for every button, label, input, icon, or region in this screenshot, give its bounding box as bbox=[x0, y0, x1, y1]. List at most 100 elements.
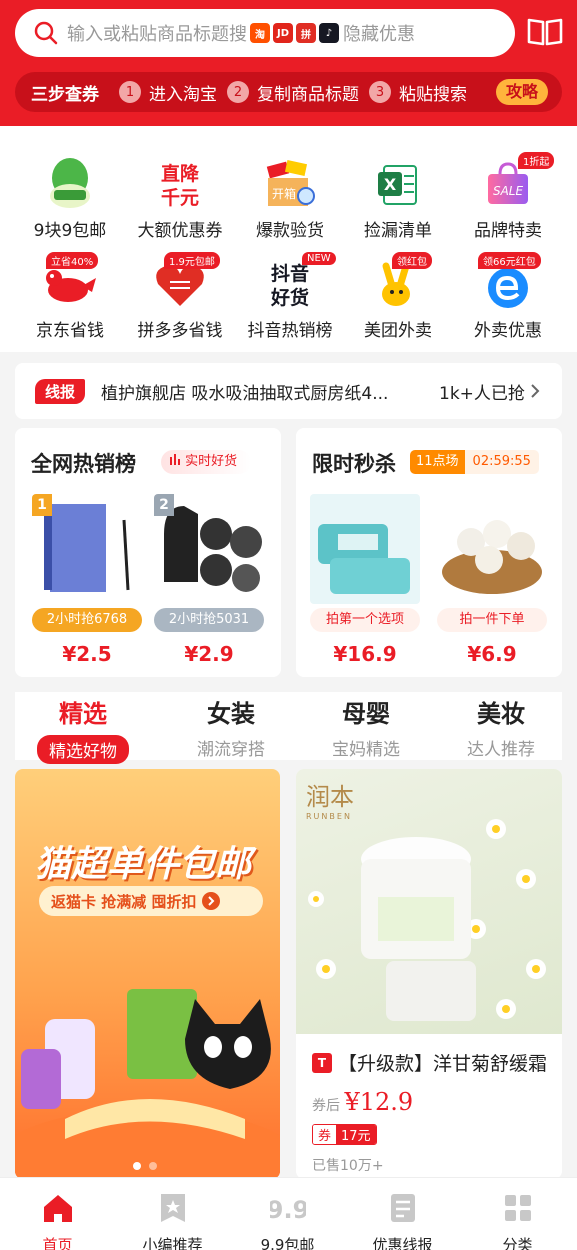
meituan-kangaroo-icon: 领红包 bbox=[370, 252, 432, 312]
search-bar[interactable]: 输入或粘贴商品标题搜 淘 JD 拼 ♪ 隐藏优惠 bbox=[15, 9, 515, 57]
nav-editor-pick[interactable]: 小编推荐 bbox=[115, 1178, 230, 1250]
svg-text:开箱: 开箱 bbox=[272, 186, 296, 201]
sale-bag-icon: SALE 1折起 bbox=[480, 152, 555, 212]
search-suffix: 隐藏优惠 bbox=[343, 24, 415, 45]
tab-featured[interactable]: 精选 精选好物 bbox=[15, 692, 151, 764]
eleme-icon: 领66元红包 bbox=[478, 252, 541, 312]
jd-dog-icon: 立省40% bbox=[42, 252, 99, 312]
search-icon bbox=[34, 21, 58, 45]
grid-item-takeout[interactable]: 领66元红包 外卖优惠 bbox=[453, 252, 563, 341]
product-image bbox=[310, 494, 420, 604]
shortcut-grid: 9块9包邮 直降 千元 大额优惠券 开箱 爆款验货 X 捡漏清单 SALE 1折起… bbox=[0, 126, 577, 352]
chevron-right-icon bbox=[531, 384, 540, 398]
guide-button[interactable]: 攻略 bbox=[495, 79, 548, 105]
pdd-heart-icon: 1.9元包邮 bbox=[152, 252, 220, 312]
sales-pill: 2小时抢5031 bbox=[154, 608, 264, 632]
hot-list-title: 全网热销榜 bbox=[31, 452, 136, 476]
product-title: T 【升级款】洋甘菊舒缓霜 bbox=[312, 1049, 562, 1076]
three-step-guide: 三步查券 1 进入淘宝 2 复制商品标题 3 粘贴搜索 攻略 bbox=[15, 72, 562, 112]
flash-product[interactable]: 拍第一个选项 ¥16.9 bbox=[310, 494, 420, 666]
tab-womens-wear[interactable]: 女装 潮流穿搭 bbox=[163, 692, 299, 760]
taobao-icon: 淘 bbox=[250, 23, 270, 43]
product-image: 润本 RUNBEN bbox=[296, 769, 562, 1034]
bottom-nav: 首页 小编推荐 9.9 9.9包邮 优惠线报 分类 bbox=[0, 1177, 577, 1250]
rank-badge: 2 bbox=[154, 494, 174, 516]
grid-item-douyin-hot[interactable]: 抖音 好货 NEW 抖音热销榜 bbox=[235, 252, 345, 341]
deal-news-icon bbox=[390, 1194, 415, 1222]
deal-news-ticker[interactable]: 线报 植护旗舰店 吸水吸油抽取式厨房纸4... 1k+人已抢 bbox=[15, 363, 562, 419]
product-image: 1 bbox=[32, 494, 142, 604]
step-number: 1 bbox=[119, 81, 141, 103]
grid-item-big-coupon[interactable]: 直降 千元 大额优惠券 bbox=[125, 156, 235, 241]
douyin-icon: ♪ bbox=[319, 23, 339, 43]
product-card[interactable]: 润本 RUNBEN T 【升级款】洋甘菊舒缓霜 券后 ¥12.9 券 17元 已… bbox=[296, 769, 562, 1179]
grid-item-pickup-list[interactable]: X 捡漏清单 bbox=[343, 156, 453, 241]
step-label: 进入淘宝 bbox=[149, 84, 217, 105]
svg-text:9.9: 9.9 bbox=[270, 1196, 306, 1224]
product-price: ¥2.9 bbox=[184, 642, 234, 666]
book-icon[interactable] bbox=[526, 16, 564, 48]
jd-icon: JD bbox=[273, 23, 293, 43]
product-price: ¥16.9 bbox=[333, 642, 397, 666]
option-pill: 拍第一个选项 bbox=[310, 608, 420, 632]
news-count: 1k+人已抢 bbox=[439, 383, 525, 404]
flash-sale-timer: 11点场 02:59:55 bbox=[410, 450, 539, 474]
product-price: 券后 ¥12.9 bbox=[312, 1088, 414, 1116]
grid-badge: 领红包 bbox=[392, 252, 432, 269]
grid-badge: 1.9元包邮 bbox=[164, 252, 220, 269]
step-number: 3 bbox=[369, 81, 391, 103]
product-price: ¥2.5 bbox=[62, 642, 112, 666]
header: 输入或粘贴商品标题搜 淘 JD 拼 ♪ 隐藏优惠 三步查券 1 进入淘宝 2 复制商… bbox=[0, 0, 577, 126]
hot-list-card[interactable]: 全网热销榜 实时好货 1 2小时抢6768 ¥2.5 2 2小时抢5031 ¥2… bbox=[15, 428, 281, 677]
time-slot: 11点场 bbox=[410, 450, 465, 474]
realtime-tag: 实时好货 bbox=[161, 450, 252, 474]
nav-home[interactable]: 首页 bbox=[0, 1178, 115, 1250]
search-placeholder: 输入或粘贴商品标题搜 bbox=[67, 24, 247, 45]
hot-product[interactable]: 1 2小时抢6768 ¥2.5 bbox=[32, 494, 142, 666]
tmall-icon: T bbox=[312, 1052, 332, 1073]
grid-item-pdd-save[interactable]: 1.9元包邮 拼多多省钱 bbox=[125, 252, 235, 341]
step-label: 复制商品标题 bbox=[257, 84, 359, 105]
coupon-badge: 券 17元 bbox=[312, 1124, 377, 1145]
banner-subline: 返猫卡 抢满减 囤折扣 bbox=[51, 892, 197, 911]
grid-item-brand-sale[interactable]: SALE 1折起 品牌特卖 bbox=[453, 152, 563, 241]
nav-nine-nine[interactable]: 9.9 9.9包邮 bbox=[230, 1178, 345, 1250]
inspection-box-icon: 开箱 bbox=[262, 156, 318, 212]
countdown: 02:59:55 bbox=[464, 450, 539, 474]
baicai-icon bbox=[42, 156, 98, 212]
hot-product[interactable]: 2 2小时抢5031 ¥2.9 bbox=[154, 494, 264, 666]
big-discount-icon: 直降 千元 bbox=[152, 156, 208, 212]
grid-badge: 1折起 bbox=[518, 152, 555, 169]
grid-item-inspection[interactable]: 开箱 爆款验货 bbox=[235, 156, 345, 241]
arrow-right-icon bbox=[202, 892, 221, 910]
category-tabs: 精选 精选好物 女装 潮流穿搭 母婴 宝妈精选 美妆 达人推荐 bbox=[15, 692, 562, 764]
grid-item-9-9[interactable]: 9块9包邮 bbox=[15, 156, 125, 241]
svg-text:好货: 好货 bbox=[270, 286, 309, 309]
tab-beauty[interactable]: 美妆 达人推荐 bbox=[433, 692, 569, 760]
svg-text:SALE: SALE bbox=[493, 184, 524, 198]
pinduoduo-icon: 拼 bbox=[296, 23, 316, 43]
sold-count: 已售10万+ bbox=[312, 1158, 384, 1174]
grid-item-jd-save[interactable]: 立省40% 京东省钱 bbox=[15, 252, 125, 341]
svg-text:直降: 直降 bbox=[161, 162, 200, 185]
flash-sale-card[interactable]: 限时秒杀 11点场 02:59:55 拍第一个选项 ¥16.9 拍一件下单 ¥6… bbox=[296, 428, 562, 677]
banner-headline: 猫超单件包邮 bbox=[35, 844, 252, 885]
rank-badge: 1 bbox=[32, 494, 52, 516]
step-label: 粘贴搜索 bbox=[399, 84, 467, 105]
sales-pill: 2小时抢6768 bbox=[32, 608, 142, 632]
flash-product[interactable]: 拍一件下单 ¥6.9 bbox=[437, 494, 547, 666]
promo-banner[interactable]: 猫超单件包邮 返猫卡 抢满减 囤折扣 bbox=[15, 769, 280, 1179]
nav-deal-news[interactable]: 优惠线报 bbox=[345, 1178, 460, 1250]
editor-pick-icon bbox=[160, 1194, 185, 1222]
tmall-cat-illustration bbox=[15, 989, 280, 1179]
product-image bbox=[437, 494, 547, 604]
step-number: 2 bbox=[227, 81, 249, 103]
news-tag: 线报 bbox=[35, 378, 86, 404]
category-icon bbox=[504, 1195, 531, 1221]
nav-category[interactable]: 分类 bbox=[460, 1178, 575, 1250]
product-image: 2 bbox=[154, 494, 264, 604]
grid-item-meituan[interactable]: 领红包 美团外卖 bbox=[343, 252, 453, 341]
home-icon bbox=[43, 1195, 72, 1222]
svg-text:千元: 千元 bbox=[161, 187, 199, 209]
tab-mother-baby[interactable]: 母婴 宝妈精选 bbox=[298, 692, 434, 760]
